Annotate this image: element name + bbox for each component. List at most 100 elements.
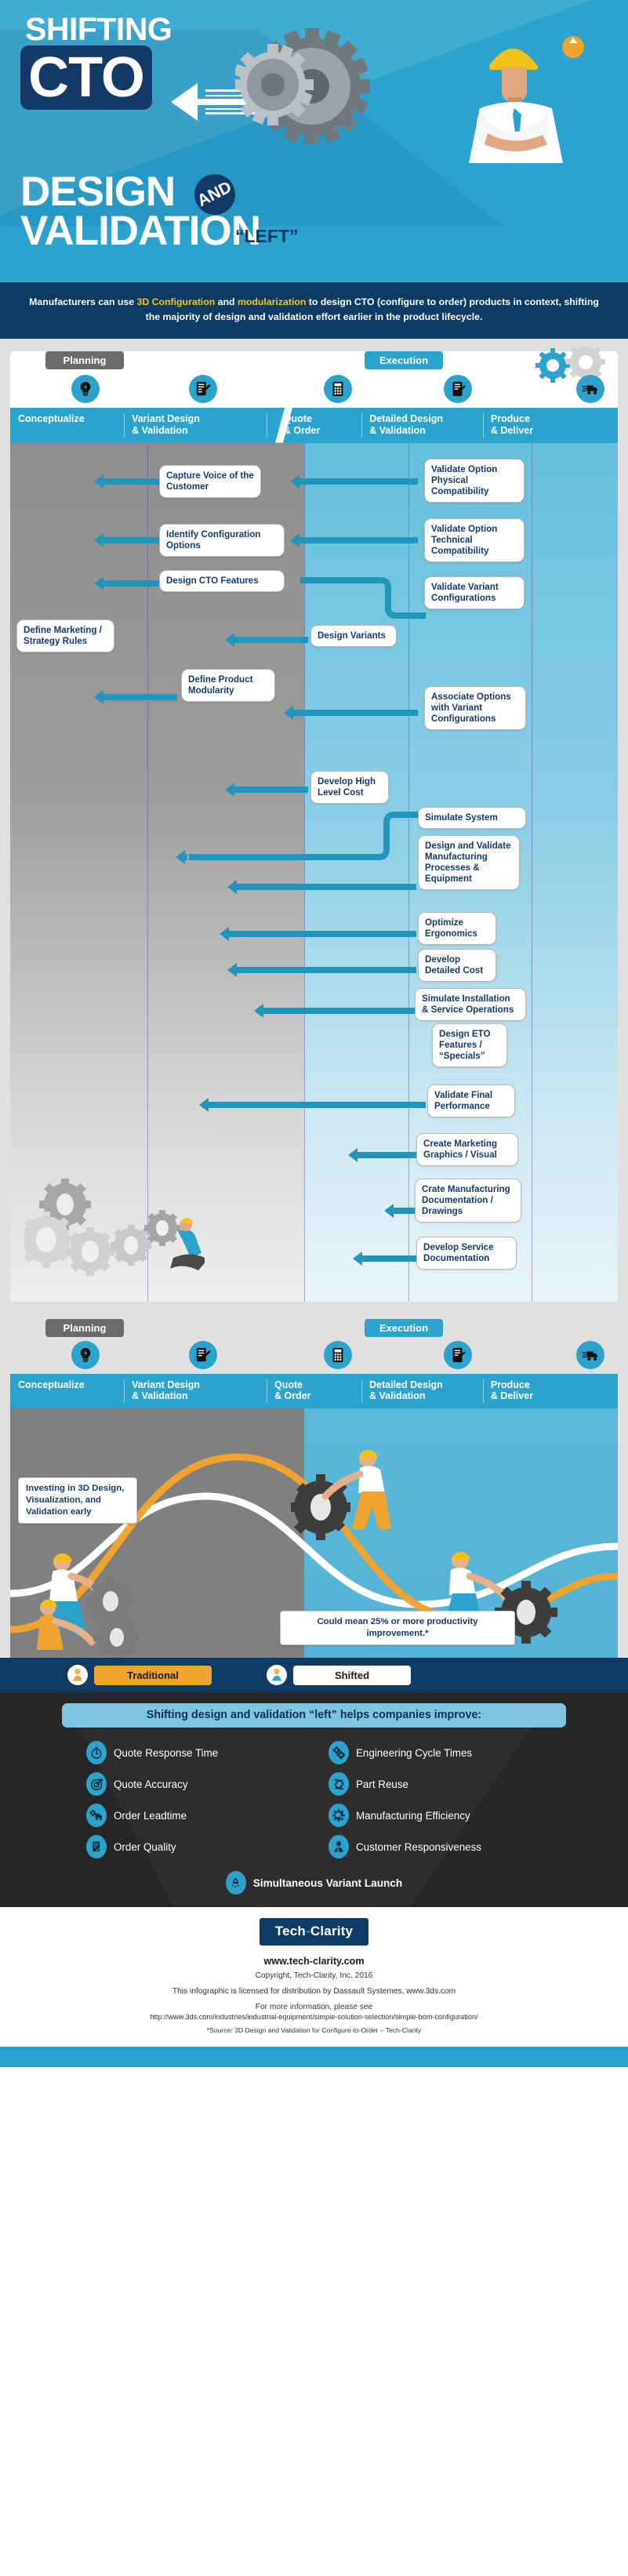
callout-productivity: Could mean 25% or more productivity impr…	[280, 1611, 515, 1645]
tech-clarity-logo: Tech-Clarity	[259, 1918, 369, 1946]
rocket-icon	[225, 1871, 246, 1895]
legend-item-traditional: Traditional	[67, 1665, 212, 1686]
intro-highlight-modularization: modularization	[237, 296, 307, 307]
recycle-icon	[329, 1772, 349, 1797]
flow-arrow-10	[176, 849, 187, 864]
hill-document-edit-icon	[189, 1340, 217, 1369]
benefit-label: Simultaneous Variant Launch	[252, 1877, 403, 1889]
shifted-avatar-icon	[267, 1665, 287, 1686]
benefit-quote-accuracy: Quote Accuracy	[86, 1772, 314, 1797]
hill-stage-label-produce-deliver: Produce & Deliver	[482, 1374, 618, 1409]
hill-document-pen-icon	[444, 1340, 472, 1369]
logo-clarity: Clarity	[310, 1924, 354, 1939]
flow-arrow-2	[290, 474, 418, 489]
benefit-simultaneous-variant-launch: Simultaneous Variant Launch	[14, 1871, 614, 1895]
node-design-variants: Design Variants	[310, 624, 397, 647]
flow-arrow-15	[199, 1097, 426, 1112]
person-icon	[329, 1835, 349, 1859]
benefit-part-reuse: Part Reuse	[329, 1772, 557, 1797]
intro-paragraph: Manufacturers can use 3D Configuration a…	[27, 295, 601, 325]
benefit-quote-response-time: Quote Response Time	[86, 1741, 314, 1765]
flow-section: Planning Execution Conceptualize Variant…	[0, 339, 628, 1310]
hill-diagram: Investing in 3D Design, Visualization, a…	[10, 1408, 618, 1659]
node-capture-voice: Capture Voice of the Customer	[159, 464, 261, 498]
delivery-truck-icon	[576, 375, 604, 404]
hill-stage-label-detailed-design: Detailed Design & Validation	[361, 1374, 483, 1409]
stage-label-variant-design: Variant Design & Validation	[124, 408, 267, 443]
benefit-label: Quote Accuracy	[114, 1778, 188, 1790]
hill-lightbulb-icon	[71, 1340, 100, 1369]
flow-arrow-1	[94, 474, 159, 489]
flow-arrow-13	[227, 962, 416, 977]
benefit-label: Order Quality	[114, 1840, 176, 1853]
flow-arrow-5	[94, 576, 159, 590]
benefit-label: Quote Response Time	[114, 1746, 219, 1759]
hill-stage-label-variant-design: Variant Design & Validation	[124, 1374, 267, 1409]
hero-banner: SHIFTING CTO DESIGN AND VALIDATION “LEFT…	[0, 0, 628, 282]
worker-top-middle-icon	[291, 1450, 391, 1541]
footer-license: This infographic is licensed for distrib…	[172, 1986, 456, 1996]
flow-diagram: Capture Voice of the Customer Validate O…	[10, 442, 618, 1302]
stopwatch-icon	[86, 1741, 107, 1765]
target-icon	[86, 1772, 107, 1797]
hill-lane-tab-execution: Execution	[365, 1318, 443, 1337]
benefit-manufacturing-efficiency: Manufacturing Efficiency	[329, 1804, 557, 1828]
benefit-label: Part Reuse	[356, 1778, 408, 1790]
flow-arrow-4	[290, 532, 418, 547]
flow-arrow-12	[220, 926, 416, 941]
truck-gear-icon	[86, 1804, 107, 1828]
benefit-order-leadtime: Order Leadtime	[86, 1804, 314, 1828]
hill-lane-tab-row: Planning Execution	[10, 1316, 618, 1341]
legend-item-shifted: Shifted	[267, 1665, 411, 1686]
hero-and-text: AND	[194, 177, 235, 211]
footer-url[interactable]: http://www.3ds.com/industries/industrial…	[0, 2013, 628, 2021]
improve-section: Shifting design and validation “left” he…	[0, 1692, 628, 1908]
hill-section: Planning Execution Conceptualize Variant…	[0, 1309, 628, 1659]
flow-elbow-1	[300, 576, 426, 619]
flow-arrow-8	[284, 705, 418, 720]
node-design-cto-features: Design CTO Features	[159, 569, 285, 592]
hill-stage-icon-row	[10, 1340, 618, 1374]
legend-pill-traditional: Traditional	[94, 1665, 212, 1685]
benefit-order-quality: Order Quality	[86, 1835, 314, 1859]
hero-design-text: DESIGN	[20, 169, 176, 215]
flow-elbow-2	[189, 811, 418, 860]
node-identify-config: Identify Configuration Options	[159, 523, 285, 557]
stage-icon-row	[10, 375, 618, 408]
flow-arrow-3	[94, 532, 159, 547]
node-define-marketing: Define Marketing / Strategy Rules	[16, 619, 114, 652]
calculator-icon	[324, 375, 352, 404]
checklist-icon	[86, 1835, 107, 1859]
footer-accent-bar	[0, 2047, 628, 2068]
legend-bar: Traditional Shifted	[0, 1658, 628, 1693]
node-associate-options: Associate Options with Variant Configura…	[424, 685, 526, 731]
infographic-page: SHIFTING CTO DESIGN AND VALIDATION “LEFT…	[0, 0, 628, 2068]
lane-tab-row: Planning Execution	[10, 347, 618, 383]
node-simulate-system: Simulate System	[418, 806, 526, 829]
flow-arrow-18	[353, 1251, 419, 1266]
stage-label-detailed-design: Detailed Design & Validation	[361, 408, 483, 443]
node-design-validate-mfg: Design and Validate Manufacturing Proces…	[418, 834, 520, 891]
node-develop-high-level-cost: Develop High Level Cost	[310, 770, 389, 804]
node-simulate-installation: Simulate Installation & Service Operatio…	[415, 987, 526, 1021]
flow-arrow-14	[254, 1003, 416, 1018]
hill-delivery-truck-icon	[576, 1340, 604, 1369]
footer-site-link[interactable]: www.tech-clarity.com	[0, 1956, 628, 1967]
hero-validation-text: VALIDATION	[20, 208, 261, 254]
stage-label-conceptualize: Conceptualize	[18, 413, 85, 425]
footer-more-info: For more information, please see	[255, 2002, 373, 2011]
benefit-label: Customer Responsiveness	[356, 1840, 482, 1853]
lane-tab-planning: Planning	[45, 351, 124, 370]
node-create-marketing-graphics: Create Marketing Graphics / Visual	[416, 1132, 518, 1166]
node-optimize-ergonomics: Optimize Ergonomics	[418, 911, 496, 945]
benefit-engineering-cycle-times: Engineering Cycle Times	[329, 1741, 557, 1765]
lane-tab-execution: Execution	[365, 351, 443, 370]
flow-arrow-6	[225, 632, 308, 647]
improve-heading: Shifting design and validation “left” he…	[62, 1703, 566, 1728]
gear-illustration-icon	[235, 28, 370, 144]
hill-stage-label-bar: Conceptualize Variant Design & Validation…	[10, 1373, 618, 1409]
hill-calculator-icon	[324, 1340, 352, 1369]
legend-pill-shifted: Shifted	[293, 1665, 411, 1685]
benefit-customer-responsiveness: Customer Responsiveness	[329, 1835, 557, 1859]
traditional-avatar-icon	[67, 1665, 88, 1686]
